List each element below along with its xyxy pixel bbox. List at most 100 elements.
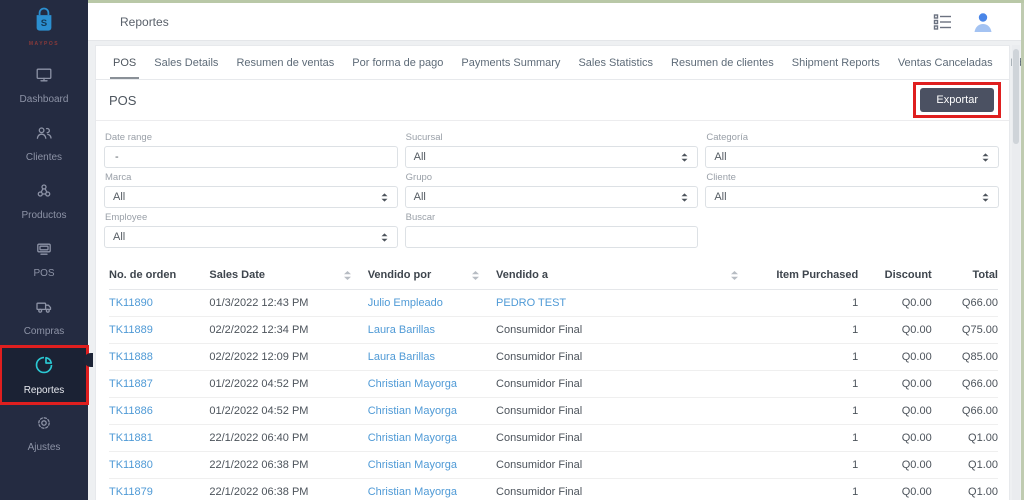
table-header-row: No. de orden Sales Date Vendido por Vendido… — [109, 260, 998, 290]
buyer-name: Consumidor Final — [496, 459, 583, 471]
sales-date: 01/2/2022 04:52 PM — [209, 405, 309, 417]
column-header-total: Total — [931, 260, 998, 290]
column-header-discount: Discount — [858, 260, 932, 290]
tab-por-forma-de-pago[interactable]: Por forma de pago — [343, 46, 452, 79]
filter-select-grupo[interactable]: All — [404, 186, 699, 208]
seller-link[interactable]: Christian Mayorga — [368, 378, 457, 390]
tab-sales-details[interactable]: Sales Details — [145, 46, 227, 79]
user-avatar-icon[interactable] — [971, 10, 995, 34]
column-header-vendido-a[interactable]: Vendido a — [496, 260, 755, 290]
task-list-icon[interactable] — [933, 13, 953, 31]
seller-link[interactable]: Christian Mayorga — [368, 405, 457, 417]
sidebar-item-ajustes[interactable]: Ajustes — [0, 404, 88, 462]
filter-select-cliente[interactable]: All — [705, 186, 999, 208]
select-value: All — [113, 191, 126, 203]
seller-link[interactable]: Christian Mayorga — [368, 486, 457, 498]
order-link[interactable]: TK11890 — [109, 297, 153, 309]
tab-ventas-canceladas[interactable]: Ventas Canceladas — [889, 46, 1002, 79]
order-link[interactable]: TK11887 — [109, 378, 153, 390]
seller-link[interactable]: Christian Mayorga — [368, 432, 457, 444]
truck-icon — [34, 297, 54, 322]
sales-date: 22/1/2022 06:40 PM — [209, 432, 309, 444]
order-link[interactable]: TK11881 — [109, 432, 153, 444]
filter-grupo: Grupo All — [404, 172, 699, 208]
discount-amount: Q0.00 — [901, 351, 932, 363]
filter-select-employee[interactable]: All — [104, 226, 398, 248]
column-header-vendido-por[interactable]: Vendido por — [367, 260, 497, 290]
order-link[interactable]: TK11879 — [109, 486, 153, 498]
filter-select-sucursal[interactable]: All — [404, 146, 699, 168]
seller-link[interactable]: Julio Empleado — [368, 297, 443, 309]
vertical-scrollbar[interactable] — [1012, 45, 1020, 500]
filter-label: Categoría — [706, 132, 749, 143]
filter-categoría: Categoría All — [705, 132, 999, 168]
sidebar-item-label: POS — [33, 268, 55, 279]
order-link[interactable]: TK11888 — [109, 351, 153, 363]
tab-resumen-de-ventas[interactable]: Resumen de ventas — [227, 46, 343, 79]
items-purchased: 1 — [852, 432, 859, 444]
sales-date: 22/1/2022 06:38 PM — [209, 486, 309, 498]
sidebar-item-reportes[interactable]: Reportes — [0, 345, 89, 405]
column-header-sales-date[interactable]: Sales Date — [209, 260, 368, 290]
filter-date-range: Date range — [104, 132, 398, 168]
items-purchased: 1 — [852, 486, 859, 498]
seller-link[interactable]: Laura Barillas — [368, 324, 435, 336]
seller-link[interactable]: Christian Mayorga — [368, 459, 457, 471]
order-link[interactable]: TK11886 — [109, 405, 153, 417]
filter-select-categoría[interactable]: All — [705, 146, 999, 168]
discount-amount: Q0.00 — [901, 297, 932, 309]
sidebar-item-pos[interactable]: POS — [0, 230, 88, 288]
order-link[interactable]: TK11880 — [109, 459, 153, 471]
sidebar-item-productos[interactable]: Productos — [0, 172, 88, 230]
sort-icon[interactable] — [471, 270, 480, 281]
sales-date: 02/2/2022 12:09 PM — [209, 351, 309, 363]
tab-resumen-de-clientes[interactable]: Resumen de clientes — [662, 46, 783, 79]
app-logo[interactable]: S MAYPOS — [0, 0, 88, 50]
buyer-name: Consumidor Final — [496, 324, 583, 336]
select-value: All — [714, 191, 727, 203]
tab-pos[interactable]: POS — [104, 46, 145, 79]
buyer-link[interactable]: PEDRO TEST — [496, 297, 566, 309]
column-header-label: Vendido por — [367, 269, 432, 281]
sidebar-item-compras[interactable]: Compras — [0, 288, 88, 346]
topbar: Reportes — [88, 3, 1021, 41]
export-button[interactable]: Exportar — [920, 88, 994, 112]
filter-label: Buscar — [405, 212, 436, 223]
tab-shipment-reports[interactable]: Shipment Reports — [783, 46, 889, 79]
app-window: S MAYPOS Dashboard Clientes Productos POS Co… — [0, 0, 1024, 500]
buyer-name: Consumidor Final — [496, 432, 583, 444]
sidebar-item-dashboard[interactable]: Dashboard — [0, 56, 88, 114]
sort-icon[interactable] — [343, 270, 352, 281]
column-header-item-purchased: Item Purchased — [754, 260, 859, 290]
topbar-title: Reportes — [120, 14, 169, 29]
column-header-label: Sales Date — [209, 269, 266, 281]
order-link[interactable]: TK11889 — [109, 324, 153, 336]
sort-icon[interactable] — [730, 270, 739, 281]
filter-employee: Employee All — [104, 212, 398, 248]
table-row: TK11879 22/1/2022 06:38 PM Christian Mayor… — [109, 478, 998, 500]
tab-sales-statistics[interactable]: Sales Statistics — [569, 46, 662, 79]
buyer-name: Consumidor Final — [496, 351, 583, 363]
export-annotation-box: Exportar — [913, 82, 1001, 118]
column-header-label: Vendido a — [496, 269, 548, 281]
tab-payments-summary[interactable]: Payments Summary — [452, 46, 569, 79]
scrollbar-thumb[interactable] — [1013, 49, 1019, 144]
total-amount: Q1.00 — [968, 459, 998, 471]
sales-date: 02/2/2022 12:34 PM — [209, 324, 309, 336]
seller-link[interactable]: Laura Barillas — [368, 351, 435, 363]
sales-date: 22/1/2022 06:38 PM — [209, 459, 309, 471]
filter-input-date-range[interactable] — [113, 150, 389, 164]
sidebar-item-label: Dashboard — [19, 94, 69, 105]
filter-sucursal: Sucursal All — [404, 132, 699, 168]
total-amount: Q75.00 — [961, 324, 998, 336]
filter-input-buscar[interactable] — [413, 230, 690, 244]
table-row: TK11887 01/2/2022 04:52 PM Christian Mayor… — [109, 370, 998, 398]
select-arrows-icon — [981, 152, 990, 163]
svg-text:S: S — [41, 18, 47, 29]
select-arrows-icon — [380, 232, 389, 243]
filter-select-marca[interactable]: All — [104, 186, 398, 208]
sidebar-item-clientes[interactable]: Clientes — [0, 114, 88, 172]
buyer-name: Consumidor Final — [496, 486, 583, 498]
top-edge-strip — [88, 0, 1024, 3]
brand-text: MAYPOS — [28, 41, 60, 47]
